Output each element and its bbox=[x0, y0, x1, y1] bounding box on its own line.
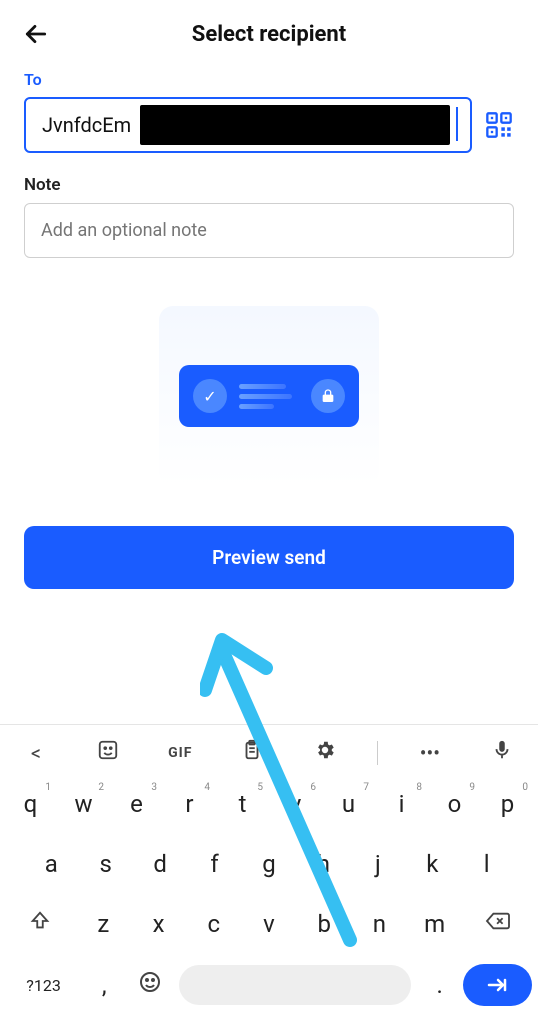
preview-send-button[interactable]: Preview send bbox=[24, 526, 514, 589]
key-b[interactable]: b bbox=[297, 900, 352, 948]
period-key[interactable]: . bbox=[417, 961, 463, 1009]
mic-icon bbox=[491, 739, 513, 761]
key-m[interactable]: m bbox=[407, 900, 462, 948]
key-u[interactable]: u7 bbox=[322, 780, 375, 828]
more-key[interactable]: ••• bbox=[410, 741, 450, 765]
key-g[interactable]: g bbox=[242, 840, 296, 888]
key-l[interactable]: l bbox=[460, 840, 514, 888]
soft-keyboard: < GIF ••• q1w2e3r4t5y6u7i8o9p0 asdfghjkl… bbox=[0, 724, 538, 1024]
to-label: To bbox=[24, 70, 514, 89]
key-r[interactable]: r4 bbox=[163, 780, 216, 828]
key-x[interactable]: x bbox=[131, 900, 186, 948]
key-n[interactable]: n bbox=[352, 900, 407, 948]
keyboard-toolbar: < GIF ••• bbox=[0, 731, 538, 774]
key-p[interactable]: p0 bbox=[481, 780, 534, 828]
key-z[interactable]: z bbox=[76, 900, 131, 948]
key-d[interactable]: d bbox=[133, 840, 187, 888]
enter-key[interactable] bbox=[463, 964, 532, 1006]
gear-icon bbox=[314, 739, 336, 761]
key-f[interactable]: f bbox=[187, 840, 241, 888]
key-q[interactable]: q1 bbox=[4, 780, 57, 828]
clipboard-key[interactable] bbox=[232, 739, 272, 766]
backspace-icon bbox=[485, 910, 511, 932]
text-cursor bbox=[456, 107, 458, 141]
backspace-key[interactable] bbox=[462, 900, 534, 948]
lock-icon bbox=[311, 379, 345, 413]
qr-icon bbox=[485, 111, 513, 139]
redacted-block bbox=[140, 105, 450, 145]
key-a[interactable]: a bbox=[24, 840, 78, 888]
comma-key[interactable]: , bbox=[81, 961, 127, 1009]
sticker-icon bbox=[97, 739, 119, 761]
key-t[interactable]: t5 bbox=[216, 780, 269, 828]
key-k[interactable]: k bbox=[405, 840, 459, 888]
key-h[interactable]: h bbox=[296, 840, 350, 888]
key-c[interactable]: c bbox=[186, 900, 241, 948]
key-y[interactable]: y6 bbox=[269, 780, 322, 828]
illustration: ✓ bbox=[24, 306, 514, 486]
clipboard-icon bbox=[241, 739, 263, 761]
key-w[interactable]: w2 bbox=[57, 780, 110, 828]
key-o[interactable]: o9 bbox=[428, 780, 481, 828]
header: Select recipient bbox=[0, 0, 538, 64]
mic-key[interactable] bbox=[482, 739, 522, 766]
key-i[interactable]: i8 bbox=[375, 780, 428, 828]
sticker-key[interactable] bbox=[88, 739, 128, 766]
toolbar-separator bbox=[377, 741, 378, 765]
shift-key[interactable] bbox=[4, 900, 76, 948]
shift-icon bbox=[29, 910, 51, 932]
key-v[interactable]: v bbox=[241, 900, 296, 948]
emoji-icon bbox=[138, 970, 162, 994]
collapse-key[interactable]: < bbox=[16, 741, 56, 765]
emoji-key[interactable] bbox=[127, 960, 173, 1010]
qr-scan-button[interactable] bbox=[484, 110, 514, 140]
gif-key[interactable]: GIF bbox=[160, 745, 200, 761]
key-e[interactable]: e3 bbox=[110, 780, 163, 828]
enter-icon bbox=[485, 973, 509, 997]
note-input[interactable] bbox=[24, 203, 514, 258]
symbols-key[interactable]: ?123 bbox=[6, 966, 81, 1005]
settings-key[interactable] bbox=[305, 739, 345, 766]
key-j[interactable]: j bbox=[351, 840, 405, 888]
note-label: Note bbox=[24, 175, 514, 195]
key-s[interactable]: s bbox=[78, 840, 132, 888]
spacebar-key[interactable] bbox=[179, 965, 410, 1005]
page-title: Select recipient bbox=[18, 22, 520, 47]
check-icon: ✓ bbox=[193, 379, 227, 413]
